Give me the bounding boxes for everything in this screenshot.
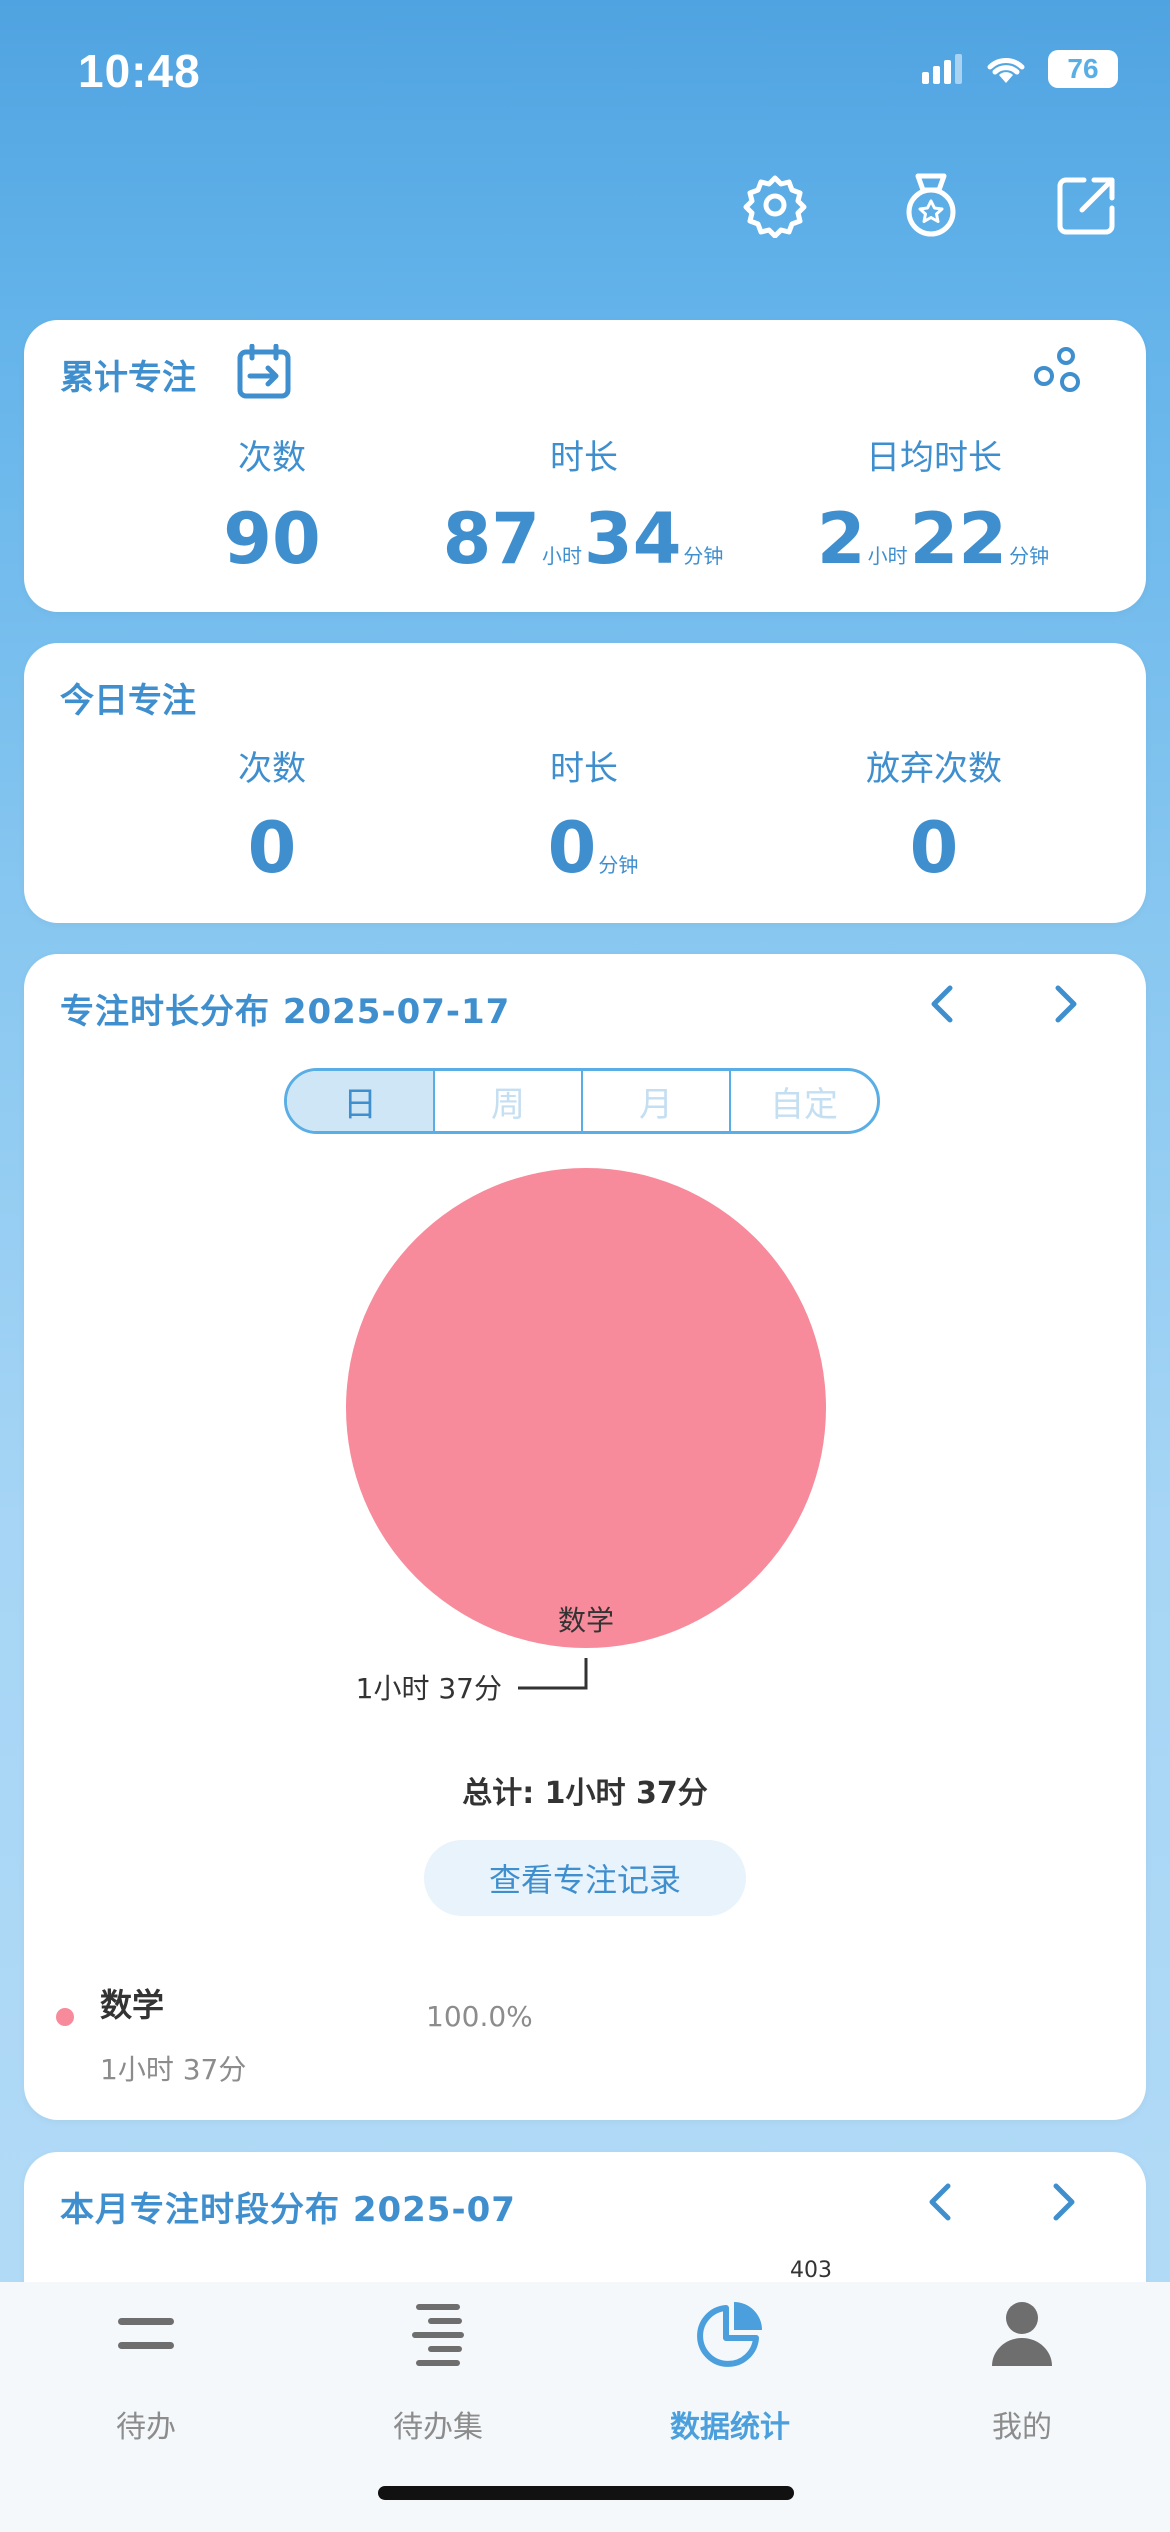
pie-chart: 数学 1小时 37分: [346, 1168, 826, 1705]
stat-label-count: 次数: [238, 749, 306, 789]
stat-label-daily: 日均时长: [866, 438, 1002, 478]
home-indicator: [378, 2486, 794, 2500]
tab-month[interactable]: 月: [583, 1071, 731, 1131]
list-icon: [412, 2304, 464, 2366]
bubbles-icon[interactable]: [1030, 344, 1084, 398]
chevron-left-icon[interactable]: [922, 2182, 962, 2222]
hours-value: 87: [442, 498, 540, 580]
minute-unit: 分钟: [598, 853, 639, 877]
daily-minutes-value: 22: [909, 498, 1008, 580]
card-title: 今日专注: [60, 681, 196, 721]
daily-hours-value: 2: [816, 498, 866, 580]
minutes-value: 0: [547, 807, 597, 889]
stat-value-duration: 87 小时 34 分钟: [443, 498, 726, 580]
hour-unit: 小时: [542, 544, 582, 568]
signal-icon: [922, 54, 962, 84]
minute-unit: 分钟: [1009, 544, 1050, 568]
stat-label-duration: 时长: [550, 749, 618, 789]
tab-label: 数据统计: [670, 2410, 790, 2445]
legend-dot: [56, 2008, 74, 2026]
card-title: 专注时长分布 2025-07-17: [60, 992, 511, 1032]
hour-unit: 小时: [867, 544, 908, 568]
today-focus-card: 今日专注 次数 时长 放弃次数 0 0 分钟 0: [24, 643, 1146, 923]
pie-slice-math[interactable]: [346, 1168, 826, 1648]
wifi-icon: [987, 58, 1025, 83]
chevron-right-icon[interactable]: [1044, 984, 1084, 1024]
medal-icon[interactable]: [898, 172, 964, 238]
settings-icon[interactable]: [742, 172, 808, 238]
count-value: 0: [247, 807, 297, 889]
tab-label: 我的: [992, 2410, 1052, 2445]
pie-value-label: 1小时 37分: [356, 1672, 502, 1705]
leader-line: [518, 1658, 588, 1690]
status-time: 10:48: [78, 45, 201, 97]
status-icons: 76: [922, 50, 1118, 88]
stat-value-abandoned: 0: [910, 807, 959, 889]
total-label: 总计: 1小时 37分: [462, 1776, 708, 1811]
period-segmented-control: 日 周 月 自定: [284, 1068, 880, 1134]
legend-percent: 100.0%: [426, 2000, 533, 2033]
stat-value-daily: 2 小时 22 分钟: [817, 498, 1051, 580]
chevron-left-icon[interactable]: [924, 984, 964, 1024]
stat-label-count: 次数: [238, 438, 306, 478]
count-value: 90: [223, 498, 321, 580]
chart-value-label: 403: [790, 2258, 832, 2283]
cumulative-focus-card: 累计专注 次数 时长 日均时长 90 87 小时 34 分钟 2 小时 22 分…: [24, 320, 1146, 612]
stat-value-count: 0: [248, 807, 297, 889]
stat-value-count: 90: [223, 498, 320, 580]
abandoned-value: 0: [909, 807, 959, 889]
legend-name: 数学: [100, 1986, 165, 2024]
pie-chart-icon: [697, 2302, 762, 2367]
card-title: 累计专注: [60, 358, 196, 398]
menu-icon: [118, 2318, 174, 2349]
tab-custom[interactable]: 自定: [731, 1071, 877, 1131]
minutes-value: 34: [584, 498, 682, 580]
pie-slice-label: 数学: [558, 1604, 614, 1637]
legend-duration: 1小时 37分: [100, 2053, 247, 2086]
user-icon: [992, 2302, 1052, 2366]
view-records-button[interactable]: 查看专注记录: [424, 1840, 746, 1916]
tab-label: 待办集: [393, 2410, 483, 2445]
tab-day[interactable]: 日: [287, 1071, 435, 1131]
tab-week[interactable]: 周: [435, 1071, 583, 1131]
top-toolbar: [742, 172, 1120, 238]
chevron-right-icon[interactable]: [1042, 2182, 1082, 2222]
battery-icon: 76: [1048, 50, 1118, 88]
stat-value-duration: 0 分钟: [548, 807, 641, 889]
calendar-icon[interactable]: [236, 344, 292, 400]
card-title: 本月专注时段分布 2025-07: [60, 2190, 516, 2230]
share-icon[interactable]: [1054, 172, 1120, 238]
minute-unit: 分钟: [683, 544, 724, 568]
stat-label-abandoned: 放弃次数: [866, 749, 1002, 789]
stat-label-duration: 时长: [550, 438, 618, 478]
tab-label: 待办: [116, 2410, 176, 2445]
